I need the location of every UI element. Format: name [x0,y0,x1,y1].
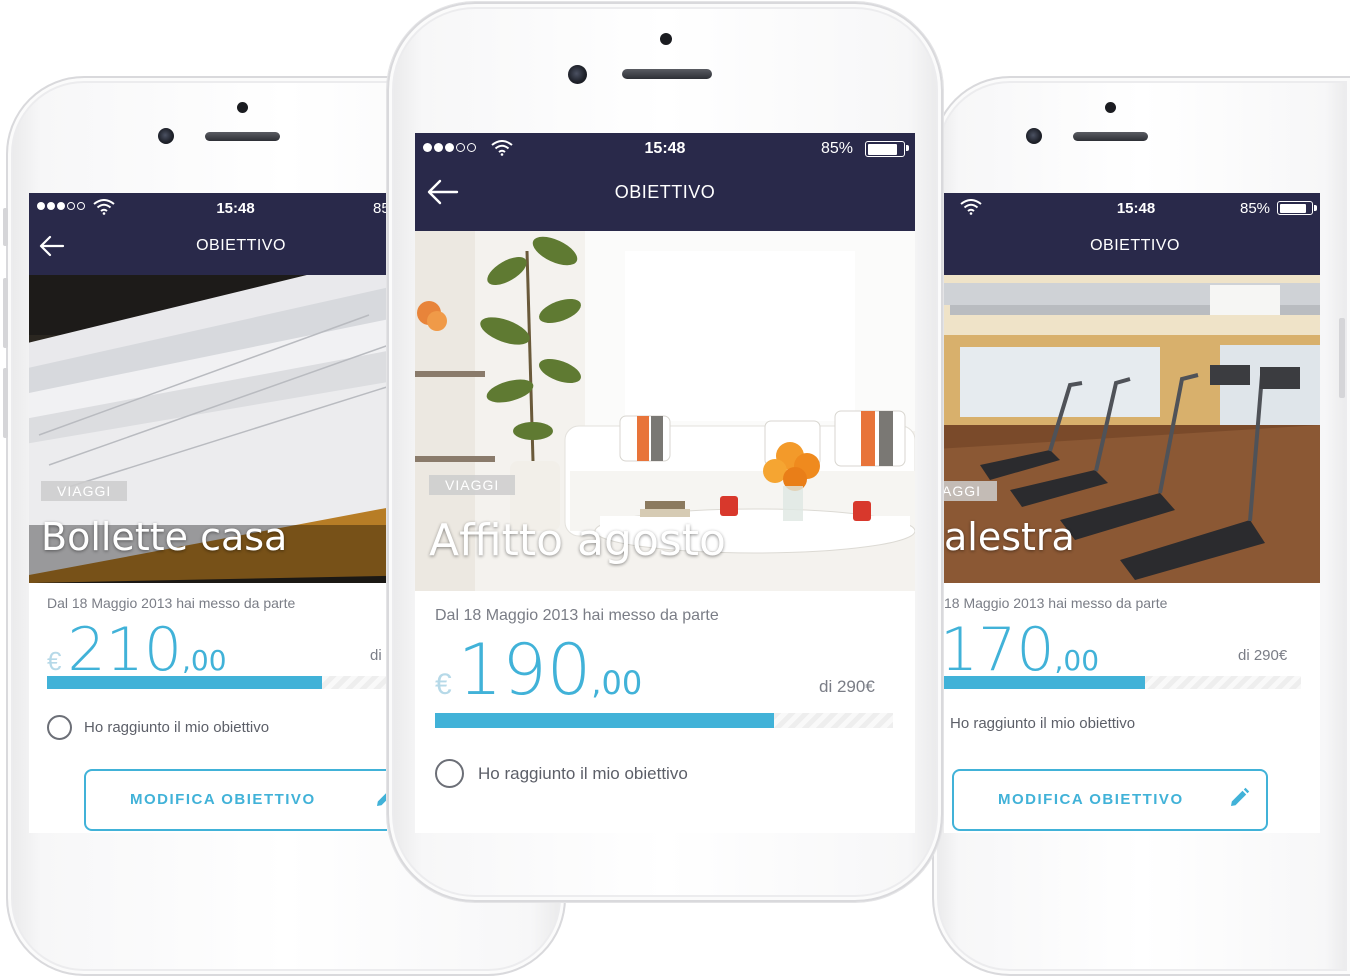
goal-target: di 290€ [819,677,875,696]
progress-fill [47,676,323,689]
goal-details: 18 Maggio 2013 hai messo da parte 170,00… [944,583,1320,833]
goal-details: Dal 18 Maggio 2013 hai messo da parte €2… [29,583,387,833]
status-bar: 15:48 85% [944,193,1320,223]
screen-left: 15:48 85 OBIETTIVO VIAGGI Bollette casa … [29,193,387,833]
volume-up-button [3,278,8,348]
amount-decimal: ,00 [182,644,227,677]
progress-fill [944,676,1145,689]
radio-circle-icon[interactable] [47,715,72,740]
goal-title: alestra [944,515,1075,559]
category-tag: VIAGGI [41,481,128,501]
earpiece-speaker [1073,132,1148,141]
progress-bar [435,713,893,728]
currency-symbol: € [47,646,62,676]
saved-amount: €190,00 [435,629,642,711]
edit-goal-button[interactable]: MODIFICA OBIETTIVO [84,769,387,831]
progress-bar [47,676,387,689]
pencil-icon [1231,787,1250,806]
page-title: OBIETTIVO [196,237,286,254]
currency-symbol: € [435,668,452,701]
saved-since-label: Dal 18 Maggio 2013 hai messo da parte [435,607,719,624]
pencil-icon [377,792,387,806]
status-bar: 15:48 85 [29,193,387,223]
goal-details: Dal 18 Maggio 2013 hai messo da parte €1… [415,591,915,833]
proximity-sensor [660,33,672,45]
goal-reached-label: Ho raggiunto il mio obiettivo [84,719,270,736]
goal-reached-checkbox[interactable]: Ho raggiunto il mio obiettivo [435,759,688,788]
amount-integer: 210 [67,615,182,685]
hero-image: VIAGGI Affitto agosto [415,231,915,591]
amount-integer: 170 [944,615,1055,685]
category-tag: VIAGGI [429,475,516,495]
goal-target: di [370,647,382,664]
goal-reached-label: Ho raggiunto il mio obiettivo [478,763,688,783]
amount-decimal: ,00 [1054,644,1100,677]
battery-percent: 85% [821,140,854,157]
battery-icon [1277,201,1317,215]
front-camera [568,65,587,84]
battery-percent: 85 [373,200,387,217]
power-button [1339,318,1345,398]
app-header: 15:48 85% OBIETTIVO [415,133,915,231]
saved-amount: €210,00 [47,615,227,685]
goal-reached-checkbox[interactable]: Ho raggiunto il mio obiettivo [950,715,1135,732]
screen-right: 15:48 85% OBIETTIVO AGGI alestra 18 Magg… [944,193,1320,833]
saved-amount: 170,00 [944,615,1099,685]
progress-bar [944,676,1301,689]
progress-fill [435,713,774,728]
earpiece-speaker [622,69,712,79]
battery-percent: 85% [1240,200,1271,217]
goal-reached-checkbox[interactable]: Ho raggiunto il mio obiettivo [47,715,269,740]
goal-title: Bollette casa [41,515,288,559]
category-tag: AGGI [944,481,998,501]
page-title: OBIETTIVO [614,182,716,202]
saved-since-label: 18 Maggio 2013 hai messo da parte [944,595,1168,611]
volume-down-button [3,368,8,438]
hero-image: VIAGGI Bollette casa [29,275,387,583]
front-camera [158,128,174,144]
proximity-sensor [1105,102,1116,113]
page-title: OBIETTIVO [1090,237,1180,254]
goal-title: Affitto agosto [429,515,726,566]
app-header: 15:48 85 OBIETTIVO [29,193,387,275]
saved-since-label: Dal 18 Maggio 2013 hai messo da parte [47,595,296,611]
hero-image: AGGI alestra [944,275,1320,583]
earpiece-speaker [205,132,280,141]
status-bar: 15:48 85% [415,133,915,165]
goal-target: di 290€ [1238,647,1288,664]
navbar: OBIETTIVO [944,223,1320,275]
screen-center: 15:48 85% OBIETTIVO VIAGGI Affitto agost… [415,133,915,833]
amount-integer: 190 [457,629,592,711]
navbar: OBIETTIVO [415,165,915,231]
edit-goal-button[interactable]: MODIFICA OBIETTIVO [952,769,1268,831]
radio-circle-icon[interactable] [435,759,464,788]
proximity-sensor [237,102,248,113]
mute-switch [3,208,8,246]
status-time: 15:48 [216,200,255,217]
navbar: OBIETTIVO [29,223,387,275]
battery-icon [865,141,909,157]
edit-goal-label: MODIFICA OBIETTIVO [998,791,1184,808]
amount-decimal: ,00 [591,664,643,702]
goal-reached-label: Ho raggiunto il mio obiettivo [950,715,1136,732]
front-camera [1026,128,1042,144]
app-header: 15:48 85% OBIETTIVO [944,193,1320,275]
edit-goal-label: MODIFICA OBIETTIVO [130,791,316,808]
